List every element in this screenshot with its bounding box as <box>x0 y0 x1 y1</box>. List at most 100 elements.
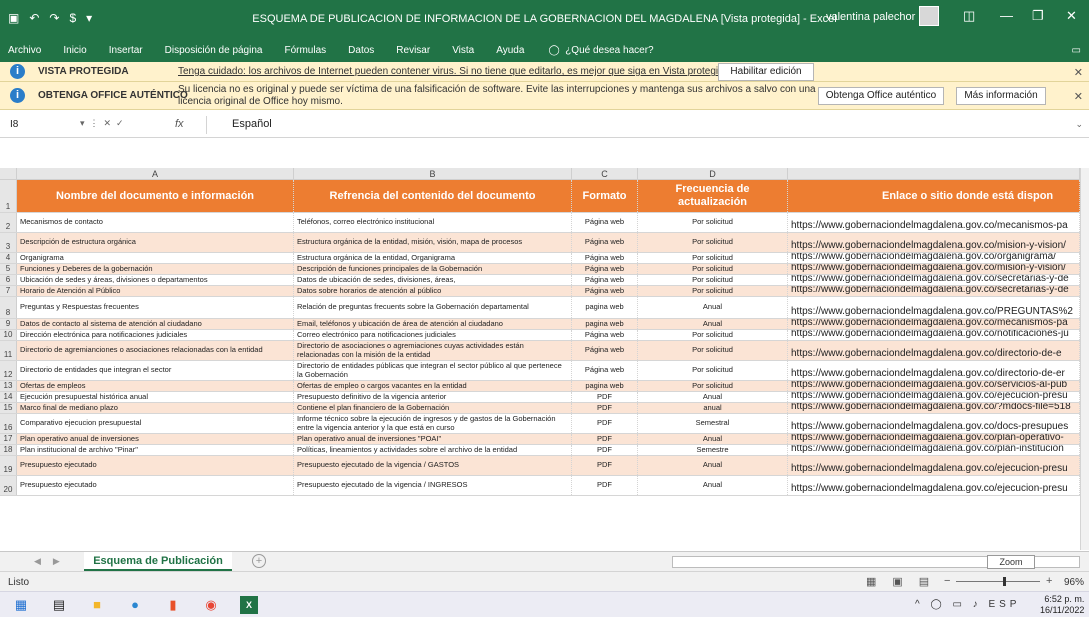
table-cell[interactable]: Políticas, lineamientos y actividades so… <box>294 445 572 455</box>
get-office-button[interactable]: Obtenga Office auténtico <box>818 87 944 105</box>
row-number[interactable]: 7 <box>0 286 17 296</box>
table-cell[interactable]: Directorio de entidades públicas que int… <box>294 361 572 380</box>
table-cell[interactable]: PDF <box>572 392 638 402</box>
table-cell[interactable]: Página web <box>572 213 638 232</box>
table-cell[interactable]: PDF <box>572 434 638 444</box>
table-cell[interactable]: Organigrama <box>17 253 294 263</box>
tab-ayuda[interactable]: Ayuda <box>496 45 524 56</box>
protected-message[interactable]: Tenga cuidado: los archivos de Internet … <box>178 66 732 77</box>
tab-revisar[interactable]: Revisar <box>396 45 430 56</box>
link-cell[interactable]: https://www.gobernaciondelmagdalena.gov.… <box>788 456 1080 475</box>
table-cell[interactable]: Por solicitud <box>638 233 788 252</box>
link-cell[interactable]: https://www.gobernaciondelmagdalena.gov.… <box>788 392 1080 402</box>
table-cell[interactable]: Presupuesto definitivo de la vigencia an… <box>294 392 572 402</box>
office-icon[interactable]: ▮ <box>164 596 182 614</box>
user-name[interactable]: valentina palechor <box>826 11 915 23</box>
table-cell[interactable]: Por solicitud <box>638 213 788 232</box>
fx-icon[interactable]: fx <box>175 118 184 130</box>
link-cell[interactable]: https://www.gobernaciondelmagdalena.gov.… <box>788 434 1080 444</box>
table-cell[interactable]: Anual <box>638 392 788 402</box>
tab-inicio[interactable]: Inicio <box>63 45 86 56</box>
table-cell[interactable]: Funciones y Deberes de la gobernación <box>17 264 294 274</box>
zoom-level[interactable]: 96% <box>1064 577 1084 588</box>
tab-disposicion[interactable]: Disposición de página <box>165 45 263 56</box>
row-number[interactable]: 5 <box>0 264 17 274</box>
system-tray[interactable]: ^ ◯ ▭ ♪ ESP <box>915 599 1020 610</box>
table-cell[interactable]: Directorio de agremianciones o asociacio… <box>17 341 294 360</box>
tab-formulas[interactable]: Fórmulas <box>284 45 326 56</box>
link-cell[interactable]: https://www.gobernaciondelmagdalena.gov.… <box>788 476 1080 495</box>
row-number[interactable]: 12 <box>0 361 17 380</box>
close-bar-icon[interactable]: ✕ <box>1074 66 1083 79</box>
table-cell[interactable]: Página web <box>572 233 638 252</box>
link-cell[interactable]: https://www.gobernaciondelmagdalena.gov.… <box>788 445 1080 455</box>
name-box[interactable]: I8 <box>10 119 18 130</box>
clock[interactable]: 6:52 p. m. 16/11/2022 <box>1040 594 1084 616</box>
table-cell[interactable]: Anual <box>638 476 788 495</box>
row-number[interactable]: 3 <box>0 233 17 252</box>
link-cell[interactable]: https://www.gobernaciondelmagdalena.gov.… <box>788 297 1080 318</box>
expand-formula-icon[interactable]: ⌄ <box>1075 119 1083 130</box>
header-cell[interactable]: Nombre del documento e información <box>17 180 294 212</box>
table-cell[interactable]: Página web <box>572 264 638 274</box>
restore-icon[interactable]: ❐ <box>1032 8 1044 24</box>
table-cell[interactable]: Presupuesto ejecutado <box>17 456 294 475</box>
link-cell[interactable]: https://www.gobernaciondelmagdalena.gov.… <box>788 403 1080 413</box>
table-cell[interactable]: Página web <box>572 341 638 360</box>
table-cell[interactable]: Anual <box>638 434 788 444</box>
close-icon[interactable]: ✕ <box>1066 8 1077 24</box>
table-cell[interactable]: Descripción de estructura orgánica <box>17 233 294 252</box>
excel-taskbar-icon[interactable]: X <box>240 596 258 614</box>
tab-archivo[interactable]: Archivo <box>8 45 41 56</box>
table-cell[interactable]: Presupuesto ejecutado <box>17 476 294 495</box>
table-cell[interactable]: pagina web <box>572 297 638 318</box>
table-cell[interactable]: Estructura orgánica de la entidad, Organ… <box>294 253 572 263</box>
link-cell[interactable]: https://www.gobernaciondelmagdalena.gov.… <box>788 253 1080 263</box>
header-cell[interactable]: Enlace o sitio donde está dispon <box>788 180 1080 212</box>
table-cell[interactable]: Página web <box>572 286 638 296</box>
windows-start-icon[interactable]: ▦ <box>12 596 30 614</box>
table-cell[interactable]: Por solicitud <box>638 286 788 296</box>
zoom-in-icon[interactable]: + <box>1046 575 1052 587</box>
link-cell[interactable]: https://www.gobernaciondelmagdalena.gov.… <box>788 286 1080 296</box>
select-all-corner[interactable] <box>0 168 17 180</box>
column-header-b[interactable]: B <box>294 168 572 180</box>
table-cell[interactable]: Por solicitud <box>638 264 788 274</box>
table-cell[interactable]: Datos de ubicación de sedes, divisiones,… <box>294 275 572 285</box>
row-number[interactable]: 14 <box>0 392 17 402</box>
table-cell[interactable]: Anual <box>638 456 788 475</box>
table-cell[interactable]: Preguntas y Respuestas frecuentes <box>17 297 294 318</box>
vertical-scrollbar[interactable] <box>1080 168 1089 550</box>
table-cell[interactable]: Presupuesto ejecutado de la vigencia / G… <box>294 456 572 475</box>
task-view-icon[interactable]: ▤ <box>50 596 68 614</box>
sheet-nav-arrows[interactable]: ◀▶ <box>34 556 72 567</box>
link-cell[interactable]: https://www.gobernaciondelmagdalena.gov.… <box>788 341 1080 360</box>
table-cell[interactable]: PDF <box>572 414 638 433</box>
close-bar-icon[interactable]: ✕ <box>1074 90 1083 103</box>
minimize-icon[interactable]: — <box>1000 8 1013 23</box>
row-number[interactable]: 8 <box>0 297 17 318</box>
table-cell[interactable]: Semestral <box>638 414 788 433</box>
table-cell[interactable]: Estructura orgánica de la entidad, misió… <box>294 233 572 252</box>
table-cell[interactable]: Por solicitud <box>638 381 788 391</box>
more-info-button[interactable]: Más información <box>956 87 1046 105</box>
table-cell[interactable]: Por solicitud <box>638 275 788 285</box>
zoom-out-icon[interactable]: − <box>944 575 950 587</box>
tab-datos[interactable]: Datos <box>348 45 374 56</box>
add-sheet-button[interactable]: + <box>252 554 266 568</box>
table-cell[interactable]: Teléfonos, correo electrónico institucio… <box>294 213 572 232</box>
table-cell[interactable]: Datos de contacto al sistema de atención… <box>17 319 294 329</box>
row-number[interactable]: 15 <box>0 403 17 413</box>
row-number[interactable]: 18 <box>0 445 17 455</box>
row-number[interactable]: 13 <box>0 381 17 391</box>
link-cell[interactable]: https://www.gobernaciondelmagdalena.gov.… <box>788 264 1080 274</box>
tell-me[interactable]: ◯ ¿Qué desea hacer? <box>548 45 653 56</box>
row-number[interactable]: 19 <box>0 456 17 475</box>
sheet-tab-esquema[interactable]: Esquema de Publicación <box>84 552 232 571</box>
table-cell[interactable]: Por solicitud <box>638 361 788 380</box>
table-cell[interactable]: Directorio de asociaciones o agremiacion… <box>294 341 572 360</box>
ribbon-display-icon[interactable]: ◫ <box>963 8 975 24</box>
row-number[interactable]: 1 <box>0 180 17 212</box>
column-header-e[interactable] <box>788 168 1080 180</box>
table-cell[interactable]: Ubicación de sedes y áreas, divisiones o… <box>17 275 294 285</box>
